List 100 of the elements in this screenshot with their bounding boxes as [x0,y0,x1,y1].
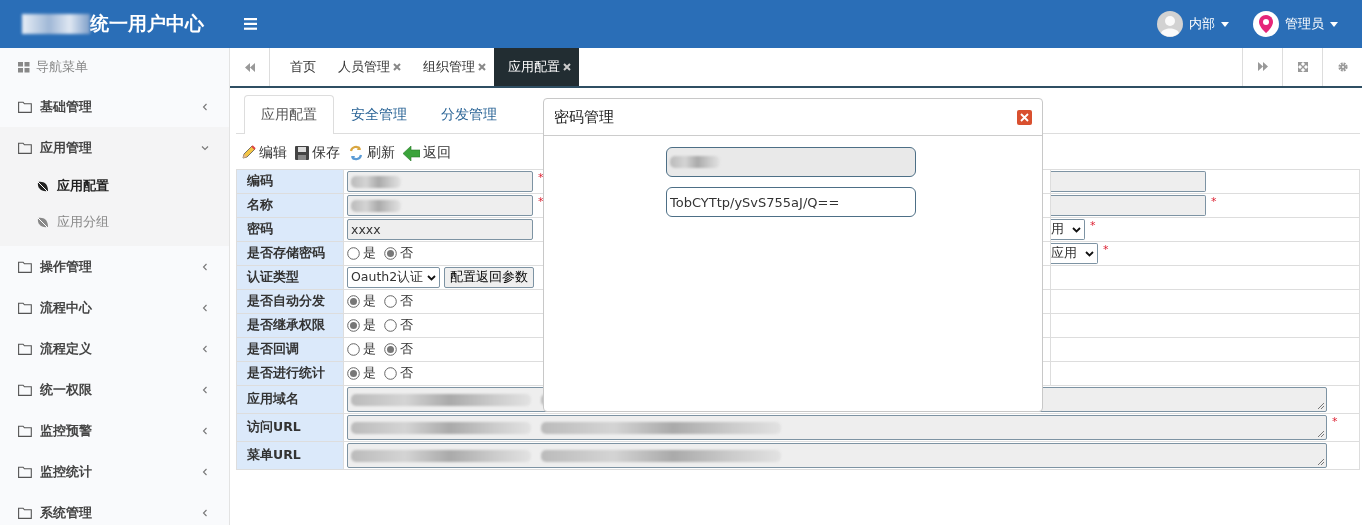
field-label: 密码 [236,217,344,242]
user-menu[interactable]: 管理员 [1285,15,1324,33]
form-tab[interactable]: 安全管理 [334,95,424,133]
folder-icon [18,342,32,355]
field-label: 应用域名 [236,385,344,414]
text-area[interactable] [347,443,1327,468]
radio-unchecked-icon[interactable] [384,294,397,308]
caret-icon [1221,21,1229,27]
double-chevron-left-icon [244,62,255,72]
menu-item[interactable]: 操作管理 [0,246,229,287]
password-field[interactable]: TobCYTtp/ySvS755aJ/Q== [666,187,916,217]
folder-icon [18,383,32,396]
required-mark: * [1103,243,1109,256]
folder-icon [18,141,32,154]
refresh-icon [348,145,364,161]
expand-icon [1297,62,1308,72]
field-label: 认证类型 [236,265,344,290]
radio-unchecked-icon[interactable] [384,318,397,332]
required-mark: * [538,195,544,208]
radio-checked-icon[interactable] [347,294,360,308]
toolbar-button[interactable]: 编辑 [240,144,287,162]
close-icon[interactable] [1017,109,1032,125]
menu-icon[interactable] [244,18,258,30]
page-tab[interactable]: 组织管理 [409,48,494,86]
text-field[interactable]: xxxx [347,219,533,240]
chevron-left-icon [201,262,209,271]
form-tab[interactable]: 分发管理 [424,95,514,133]
menu-item[interactable]: 流程中心 [0,287,229,328]
chevron-left-icon [201,467,209,476]
form-tab[interactable]: 应用配置 [244,95,334,134]
radio-checked-icon[interactable] [384,342,397,356]
radio-label: 否 [400,244,413,263]
field-label: 是否存储密码 [236,241,344,266]
submenu-item[interactable]: 应用配置 [0,168,229,204]
menu-item[interactable]: 应用管理 [0,127,229,168]
radio-label: 否 [400,292,413,311]
settings-icon [1337,62,1348,72]
location-pin-icon [1253,11,1279,37]
dropdown[interactable]: Oauth2认证 [347,267,441,288]
field-label: 是否自动分发 [236,289,344,314]
menu-item[interactable]: 基础管理 [0,86,229,127]
radio-checked-icon[interactable] [347,366,360,380]
double-chevron-right-icon [1257,62,1268,72]
chevron-left-icon [201,508,209,517]
chevron-down-icon [427,274,437,281]
radio-checked-icon[interactable] [347,318,360,332]
page-tab[interactable]: 首页 [276,48,324,86]
chevron-left-icon [201,344,209,353]
folder-icon [18,506,32,519]
menu-item[interactable]: 系统管理 [0,492,229,525]
radio-checked-icon[interactable] [384,246,397,260]
folder-icon [18,424,32,437]
folder-icon [18,260,32,273]
dropdown[interactable]: 应用 [1051,243,1098,264]
required-mark: * [1332,415,1338,428]
resize-grip-icon [1316,429,1325,438]
field-label: 是否继承权限 [236,313,344,338]
leaf-icon [36,179,49,193]
toolbar-button[interactable]: 返回 [403,144,451,162]
pencil-icon [240,145,256,161]
dropdown[interactable]: 用 [1051,219,1085,240]
radio-label: 否 [400,340,413,359]
menu-item[interactable]: 流程定义 [0,328,229,369]
leaf-icon [36,215,49,229]
config-button[interactable]: 配置返回参数 [444,267,535,288]
field-label: 名称 [236,193,344,218]
chevron-left-icon [201,385,209,394]
chevron-left-icon [201,102,209,111]
radio-unchecked-icon[interactable] [384,366,397,380]
radio-label: 是 [363,244,376,263]
chevron-left-icon [201,426,209,435]
page-tab[interactable]: 应用配置 [494,48,579,86]
chevron-down-icon [201,143,209,152]
back-arrow-icon [403,145,420,161]
required-mark: * [1090,219,1096,232]
close-icon[interactable] [563,63,571,71]
radio-label: 否 [400,364,413,383]
text-field[interactable] [347,195,533,216]
radio-unchecked-icon[interactable] [347,246,360,260]
app-title: 统一用户中心 [90,11,204,36]
text-area[interactable] [347,415,1327,440]
text-field[interactable] [347,171,533,192]
radio-label: 是 [363,316,376,335]
page-tab[interactable]: 人员管理 [324,48,409,86]
menu-item[interactable]: 监控统计 [0,451,229,492]
nav-heading: 导航菜单 [36,58,88,76]
grid-icon [18,61,30,73]
radio-unchecked-icon[interactable] [347,342,360,356]
menu-item[interactable]: 统一权限 [0,369,229,410]
required-mark: * [538,171,544,184]
text-field[interactable] [1051,195,1206,216]
chevron-down-icon [1072,226,1081,233]
toolbar-button[interactable]: 刷新 [348,144,395,162]
text-field[interactable] [1051,171,1206,192]
radio-label: 否 [400,316,413,335]
menu-item[interactable]: 监控预警 [0,410,229,451]
user-menu[interactable]: 内部 [1189,15,1215,33]
caret-icon [1330,21,1338,27]
radio-label: 是 [363,364,376,383]
toolbar-button[interactable]: 保存 [295,144,340,162]
